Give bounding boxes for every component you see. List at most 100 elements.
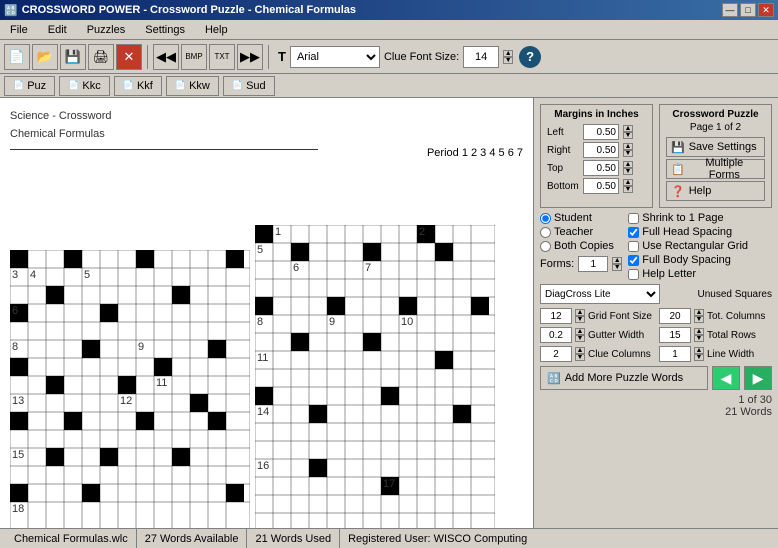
help-letter-checkbox[interactable]: Help Letter (628, 268, 748, 280)
new-button[interactable]: 📄 (4, 44, 30, 70)
help-button[interactable]: ? (519, 46, 541, 68)
both-copies-radio[interactable]: Both Copies (540, 240, 622, 252)
tab-sud[interactable]: 📄 Sud (223, 76, 275, 96)
tot-columns-input[interactable] (659, 308, 691, 324)
tr-up[interactable]: ▲ (694, 328, 704, 335)
grid-font-size-input[interactable] (540, 308, 572, 324)
gfs-down[interactable]: ▼ (575, 316, 585, 323)
clue-font-size-input[interactable] (463, 46, 499, 68)
gutter-input[interactable] (540, 327, 572, 343)
grid-settings: ▲ ▼ Grid Font Size ▲ ▼ Gutter Width (540, 308, 772, 362)
help-info-button[interactable]: ❓ Help (666, 181, 765, 201)
cc-down[interactable]: ▼ (575, 354, 585, 361)
tr-down[interactable]: ▼ (694, 335, 704, 342)
open-button[interactable]: 📂 (32, 44, 58, 70)
svg-text:8: 8 (12, 341, 18, 353)
right-up[interactable]: ▲ (623, 143, 633, 150)
line-width-row: ▲ ▼ Line Width (659, 346, 772, 362)
add-words-button[interactable]: 🔠 Add More Puzzle Words (540, 366, 708, 390)
save-button[interactable]: 💾 (60, 44, 86, 70)
total-rows-input[interactable] (659, 327, 691, 343)
bmp-button[interactable]: BMP (181, 44, 207, 70)
tab-puz[interactable]: 📄 Puz (4, 76, 55, 96)
shrink-checkbox[interactable]: Shrink to 1 Page (628, 212, 748, 224)
forward-button[interactable]: ▶▶ (237, 44, 263, 70)
status-file-label: Chemical Formulas.wlc (14, 533, 128, 545)
cc-up[interactable]: ▲ (575, 347, 585, 354)
svg-text:7: 7 (365, 262, 371, 274)
nav-forward-button[interactable]: ▶ (744, 366, 772, 390)
gutter-up[interactable]: ▲ (575, 328, 585, 335)
menu-file[interactable]: File (4, 22, 34, 38)
stop-button[interactable]: ✕ (116, 44, 142, 70)
rectangular-checkbox[interactable]: Use Rectangular Grid (628, 240, 748, 252)
forms-up[interactable]: ▲ (612, 257, 622, 264)
student-radio[interactable]: Student (540, 212, 622, 224)
forms-label: Forms: (540, 258, 574, 270)
svg-text:14: 14 (257, 406, 269, 418)
menu-settings[interactable]: Settings (139, 22, 191, 38)
save-settings-button[interactable]: 💾 Save Settings (666, 137, 765, 157)
full-head-checkbox[interactable]: Full Head Spacing (628, 226, 748, 238)
shrink-label: Shrink to 1 Page (642, 212, 723, 224)
tab-kkf[interactable]: 📄 Kkf (114, 76, 162, 96)
left-down[interactable]: ▼ (623, 132, 633, 139)
bottom-up[interactable]: ▲ (623, 179, 633, 186)
status-words-available: 27 Words Available (137, 529, 248, 548)
header-line (10, 149, 318, 150)
help-label: Help (689, 185, 712, 197)
minimize-button[interactable]: — (722, 3, 738, 17)
lw-down[interactable]: ▼ (694, 354, 704, 361)
svg-text:6: 6 (12, 305, 18, 317)
svg-text:16: 16 (257, 460, 269, 472)
left-margin-input[interactable] (583, 124, 619, 140)
gutter-down[interactable]: ▼ (575, 335, 585, 342)
bottom-spin: ▲ ▼ (623, 179, 633, 193)
file-tabs: 📄 Puz 📄 Kkc 📄 Kkf 📄 Kkw 📄 Sud (0, 74, 778, 98)
clue-columns-input[interactable] (540, 346, 572, 362)
maximize-button[interactable]: □ (740, 3, 756, 17)
txt-button[interactable]: TXT (209, 44, 235, 70)
margins-title: Margins in Inches (547, 109, 646, 120)
top-margin-input[interactable] (583, 160, 619, 176)
tc-up[interactable]: ▲ (694, 309, 704, 316)
tab-kkw[interactable]: 📄 Kkw (166, 76, 219, 96)
line-width-input[interactable] (659, 346, 691, 362)
right-down[interactable]: ▼ (623, 150, 633, 157)
menu-edit[interactable]: Edit (42, 22, 73, 38)
font-size-down[interactable]: ▼ (503, 57, 513, 64)
puzzle-title-line1: Science - Crossword (10, 108, 523, 126)
right-spin: ▲ ▼ (623, 143, 633, 157)
forms-input[interactable] (578, 256, 608, 272)
menu-help[interactable]: Help (199, 22, 234, 38)
tab-sud-label: Sud (246, 80, 266, 92)
gfs-up[interactable]: ▲ (575, 309, 585, 316)
crossword-area[interactable]: 3 4 5 6 8 9 11 12 13 15 18 (10, 165, 500, 525)
left-up[interactable]: ▲ (623, 125, 633, 132)
svg-text:3: 3 (12, 269, 18, 281)
close-button[interactable]: ✕ (758, 3, 774, 17)
menu-puzzles[interactable]: Puzzles (81, 22, 132, 38)
top-down[interactable]: ▼ (623, 168, 633, 175)
font-style-select[interactable]: DiagCross Lite (540, 284, 660, 304)
back-button[interactable]: ◀◀ (153, 44, 179, 70)
kkc-icon: 📄 (68, 80, 79, 91)
multiple-forms-button[interactable]: 📋 Multiple Forms (666, 159, 765, 179)
top-up[interactable]: ▲ (623, 161, 633, 168)
tab-kkc[interactable]: 📄 Kkc (59, 76, 110, 96)
bottom-down[interactable]: ▼ (623, 186, 633, 193)
puzzle-area[interactable]: Science - Crossword Chemical Formulas Pe… (0, 98, 533, 528)
right-margin-input[interactable] (583, 142, 619, 158)
print-button[interactable]: 🖨 (88, 44, 114, 70)
lw-up[interactable]: ▲ (694, 347, 704, 354)
tc-down[interactable]: ▼ (694, 316, 704, 323)
bottom-margin-input[interactable] (583, 178, 619, 194)
nav-back-button[interactable]: ◀ (712, 366, 740, 390)
font-select[interactable]: Arial (290, 46, 380, 68)
title-bar-controls: — □ ✕ (722, 3, 774, 17)
teacher-radio[interactable]: Teacher (540, 226, 622, 238)
forms-down[interactable]: ▼ (612, 264, 622, 271)
full-body-checkbox[interactable]: Full Body Spacing (628, 254, 748, 266)
check-group: Shrink to 1 Page Full Head Spacing Use R… (628, 212, 748, 280)
font-size-up[interactable]: ▲ (503, 50, 513, 57)
